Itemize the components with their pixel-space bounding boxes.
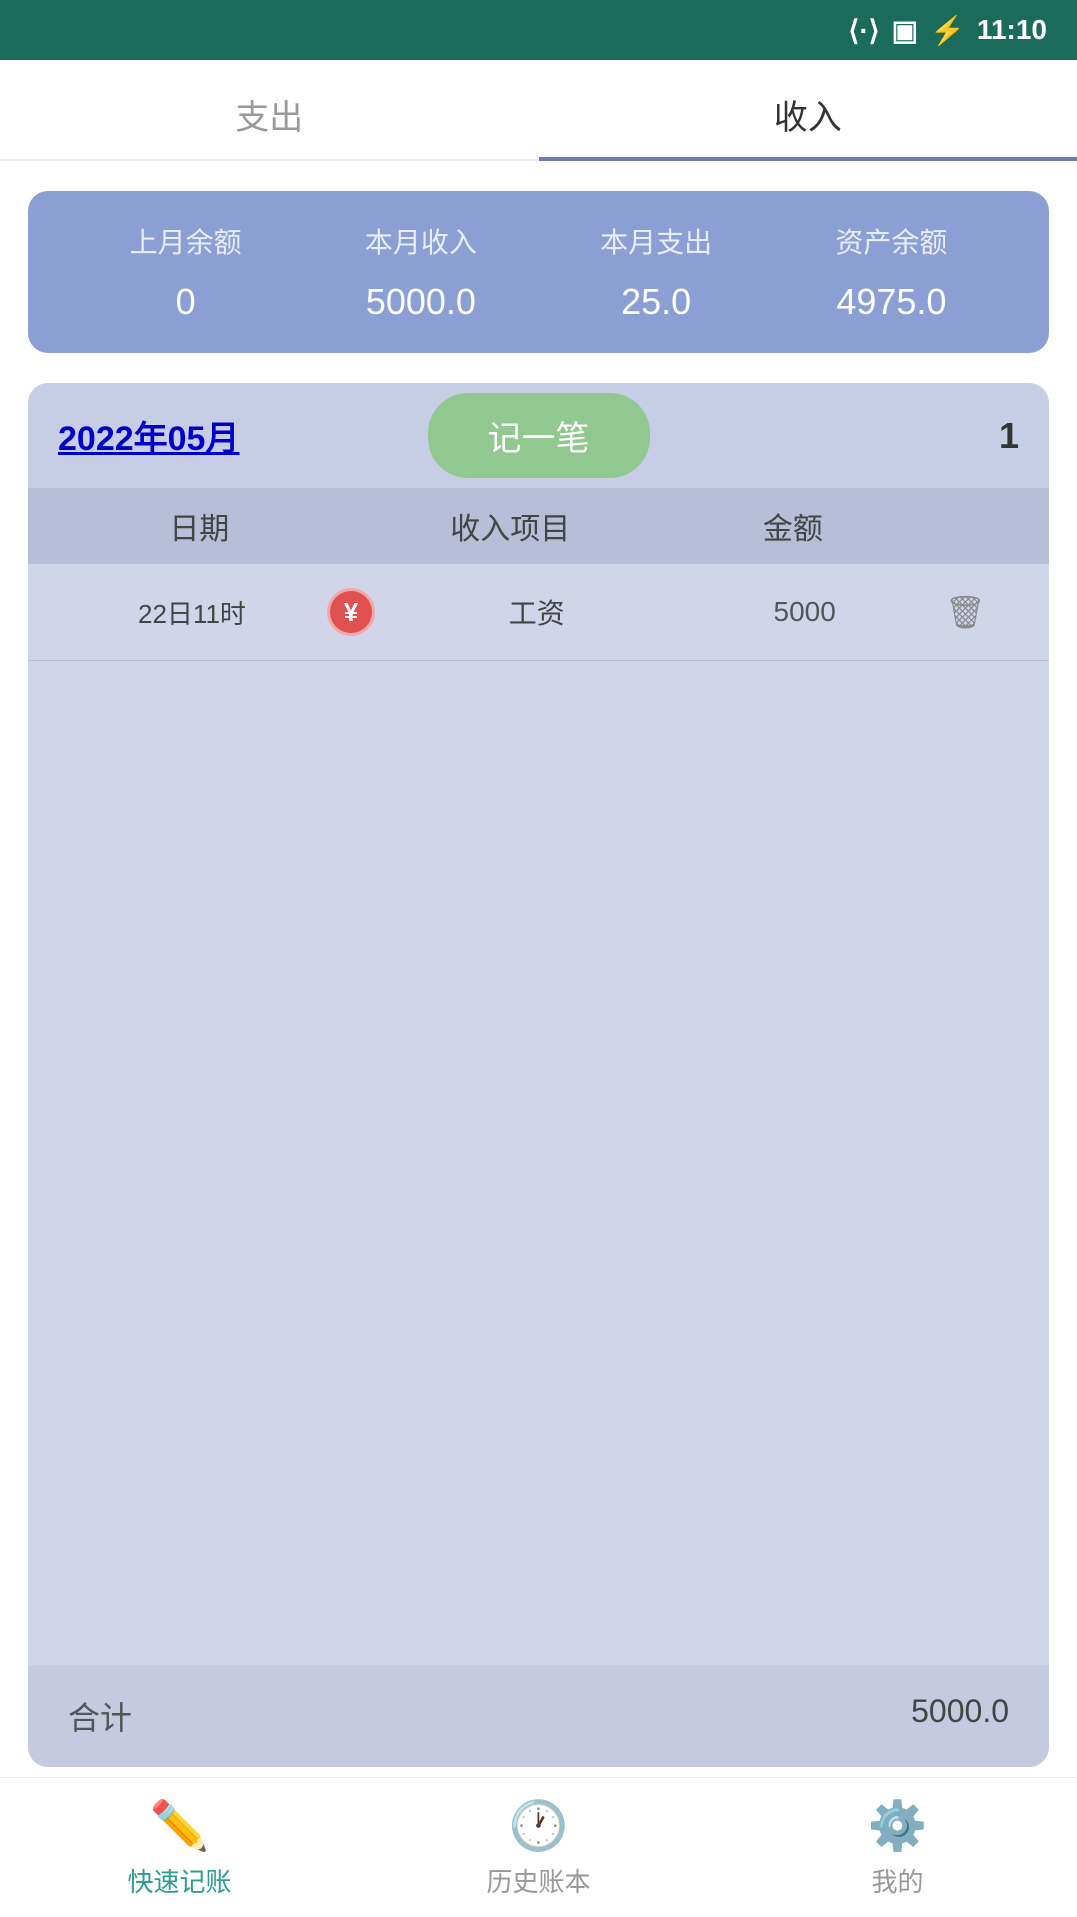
sim-icon: ▣ (892, 14, 918, 47)
summary-col-prev-balance: 上月余额 (68, 221, 303, 281)
total-row: 合计 5000.0 (28, 1665, 1049, 1767)
summary-val-asset: 4975.0 (774, 281, 1009, 323)
col-header-date: 日期 (58, 504, 341, 548)
summary-values-row: 0 5000.0 25.0 4975.0 (68, 281, 1009, 323)
nav-label-mine: 我的 (871, 1862, 923, 1899)
summary-val-expense: 25.0 (539, 281, 774, 323)
table-row: 22日11时 ¥ 工资 5000 🗑 (28, 564, 1049, 661)
summary-labels-row: 上月余额 本月收入 本月支出 资产余额 (68, 221, 1009, 281)
settings-icon: ⚙️ (868, 1797, 928, 1854)
summary-val-income: 5000.0 (303, 281, 538, 323)
row-item: 工资 (376, 592, 698, 632)
table-header: 日期 收入项目 金额 (28, 488, 1049, 564)
status-bar: ⟨·⟩ ▣ ⚡ 11:10 (0, 0, 1077, 60)
total-value: 5000.0 (911, 1693, 1009, 1739)
card-header: 2022年05月 记一笔 1 (28, 383, 1049, 488)
status-icons: ⟨·⟩ ▣ ⚡ 11:10 (848, 14, 1047, 47)
bottom-nav: ✏️ 快速记账 🕐 历史账本 ⚙️ 我的 (0, 1777, 1077, 1917)
quick-record-icon: ✏️ (150, 1797, 210, 1854)
history-icon: 🕐 (509, 1797, 569, 1854)
summary-card: 上月余额 本月收入 本月支出 资产余额 0 5000.0 25.0 4975.0 (28, 191, 1049, 353)
signal-icon: ⟨·⟩ (848, 14, 879, 47)
yuan-icon: ¥ (327, 588, 375, 636)
row-date: 22日11时 (58, 594, 326, 631)
nav-label-quick: 快速记账 (127, 1862, 231, 1899)
battery-icon: ⚡ (930, 14, 965, 47)
table-body: 22日11时 ¥ 工资 5000 🗑 (28, 564, 1049, 1665)
tab-expense[interactable]: 支出 (0, 60, 539, 159)
col-header-item: 收入项目 (341, 504, 680, 548)
tab-bar: 支出 收入 (0, 60, 1077, 161)
row-category-icon: ¥ (326, 588, 376, 636)
col-header-action (906, 504, 1019, 548)
summary-val-prev-balance: 0 (68, 281, 303, 323)
row-action: 🗑 (912, 593, 1019, 631)
time-display: 11:10 (977, 14, 1047, 46)
nav-label-history: 历史账本 (486, 1862, 590, 1899)
main-card: 2022年05月 记一笔 1 日期 收入项目 金额 22日11时 ¥ 工资 50… (28, 383, 1049, 1767)
tab-income[interactable]: 收入 (539, 60, 1077, 159)
summary-col-income: 本月收入 (303, 221, 538, 281)
nav-item-mine[interactable]: ⚙️ 我的 (718, 1797, 1077, 1899)
nav-item-history[interactable]: 🕐 历史账本 (359, 1797, 718, 1899)
summary-col-asset: 资产余额 (774, 221, 1009, 281)
add-record-button[interactable]: 记一笔 (428, 393, 650, 478)
delete-icon[interactable]: 🗑 (945, 593, 986, 631)
record-count: 1 (999, 415, 1019, 457)
summary-col-expense: 本月支出 (539, 221, 774, 281)
total-label: 合计 (68, 1693, 132, 1739)
row-amount: 5000 (697, 596, 911, 628)
nav-item-quick[interactable]: ✏️ 快速记账 (0, 1797, 359, 1899)
col-header-amount: 金额 (680, 504, 906, 548)
month-label[interactable]: 2022年05月 (58, 411, 239, 460)
